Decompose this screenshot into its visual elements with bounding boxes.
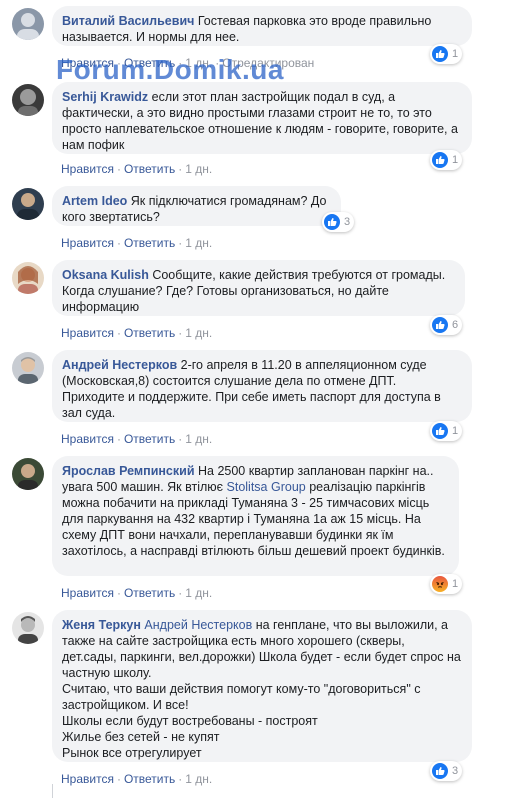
like-link[interactable]: Нравится xyxy=(61,236,114,250)
reply-link[interactable]: Ответить xyxy=(124,162,175,176)
comment-actions: Нравится · Ответить · 1 дн. xyxy=(61,772,213,786)
avatar[interactable] xyxy=(12,458,44,490)
comment-bubble: Artem Ideo Як підключатися громадянам? Д… xyxy=(52,186,341,226)
reply-link[interactable]: Ответить xyxy=(124,236,175,250)
comment-text: Считаю, что ваши действия помогут кому-т… xyxy=(62,682,421,712)
like-thumb-icon xyxy=(432,317,448,333)
avatar[interactable] xyxy=(12,612,44,644)
reaction-count[interactable]: 6 xyxy=(430,315,463,335)
comment-actions: Нравится · Ответить · 1 дн. xyxy=(61,236,213,250)
like-link[interactable]: Нравится xyxy=(61,772,114,786)
avatar[interactable] xyxy=(12,262,44,294)
reaction-count[interactable]: 3 xyxy=(322,212,355,232)
comment-author[interactable]: Artem Ideo xyxy=(62,194,127,208)
like-link[interactable]: Нравится xyxy=(61,432,114,446)
comment-actions: Нравится · Ответить · 1 дн. xyxy=(61,432,213,446)
reaction-count[interactable]: 1 xyxy=(430,574,463,594)
comment-bubble: Виталий Васильевич Гостевая парковка это… xyxy=(52,6,472,46)
mention-link[interactable]: Андрей Нестерков xyxy=(144,618,252,632)
comment-text: Школы если будут востребованы - построят xyxy=(62,714,318,728)
reply-link[interactable]: Ответить xyxy=(124,586,175,600)
reaction-count[interactable]: 3 xyxy=(430,761,463,781)
mention-link[interactable]: Stolitsa Group xyxy=(227,480,306,494)
timestamp[interactable]: 1 дн. xyxy=(185,432,212,446)
comment-actions: Нравится · Ответить · 1 дн. xyxy=(61,586,213,600)
thread-line xyxy=(52,784,53,798)
reply-link[interactable]: Ответить xyxy=(124,326,175,340)
like-link[interactable]: Нравится xyxy=(61,162,114,176)
avatar[interactable] xyxy=(12,352,44,384)
reply-link[interactable]: Ответить xyxy=(124,772,175,786)
reaction-count[interactable]: 1 xyxy=(430,44,463,64)
reaction-count[interactable]: 1 xyxy=(430,150,463,170)
reply-link[interactable]: Ответить xyxy=(124,432,175,446)
comment-author[interactable]: Ярослав Ремпинский xyxy=(62,464,195,478)
timestamp[interactable]: 1 дн. xyxy=(185,236,212,250)
comment-actions: Нравится · Ответить · 1 дн. xyxy=(61,162,213,176)
comment-author[interactable]: Oksana Kulish xyxy=(62,268,149,282)
like-thumb-icon xyxy=(432,423,448,439)
avatar[interactable] xyxy=(12,188,44,220)
comment-bubble: Ярослав Ремпинский На 2500 квартир запла… xyxy=(52,456,459,576)
avatar[interactable] xyxy=(12,84,44,116)
comment-text: Рынок все отрегулирует xyxy=(62,746,202,760)
comment-author[interactable]: Виталий Васильевич xyxy=(62,14,194,28)
like-thumb-icon xyxy=(324,214,340,230)
reaction-count[interactable]: 1 xyxy=(430,421,463,441)
comment-actions: Нравится · Ответить · 1 дн. xyxy=(61,326,213,340)
like-thumb-icon xyxy=(432,152,448,168)
timestamp[interactable]: 1 дн. xyxy=(185,586,212,600)
like-thumb-icon xyxy=(432,46,448,62)
comment-author[interactable]: Женя Теркун xyxy=(62,618,141,632)
comment-author[interactable]: Serhij Krawidz xyxy=(62,90,148,104)
timestamp[interactable]: 1 дн. xyxy=(185,772,212,786)
like-link[interactable]: Нравится xyxy=(61,586,114,600)
comment-bubble: Женя Теркун Андрей Нестерков на генплане… xyxy=(52,610,472,762)
comment-bubble: Oksana Kulish Сообщите, какие действия т… xyxy=(52,260,465,316)
timestamp[interactable]: 1 дн. xyxy=(185,326,212,340)
like-link[interactable]: Нравится xyxy=(61,326,114,340)
comment-author[interactable]: Андрей Нестерков xyxy=(62,358,177,372)
comment-bubble: Андрей Нестерков 2-го апреля в 11.20 в а… xyxy=(52,350,472,422)
comment-bubble: Serhij Krawidz если этот план застройщик… xyxy=(52,82,472,154)
avatar[interactable] xyxy=(12,8,44,40)
comment-text: Жилье без сетей - не купят xyxy=(62,730,220,744)
timestamp[interactable]: 1 дн. xyxy=(185,162,212,176)
like-thumb-icon xyxy=(432,763,448,779)
angry-face-icon xyxy=(432,576,448,592)
